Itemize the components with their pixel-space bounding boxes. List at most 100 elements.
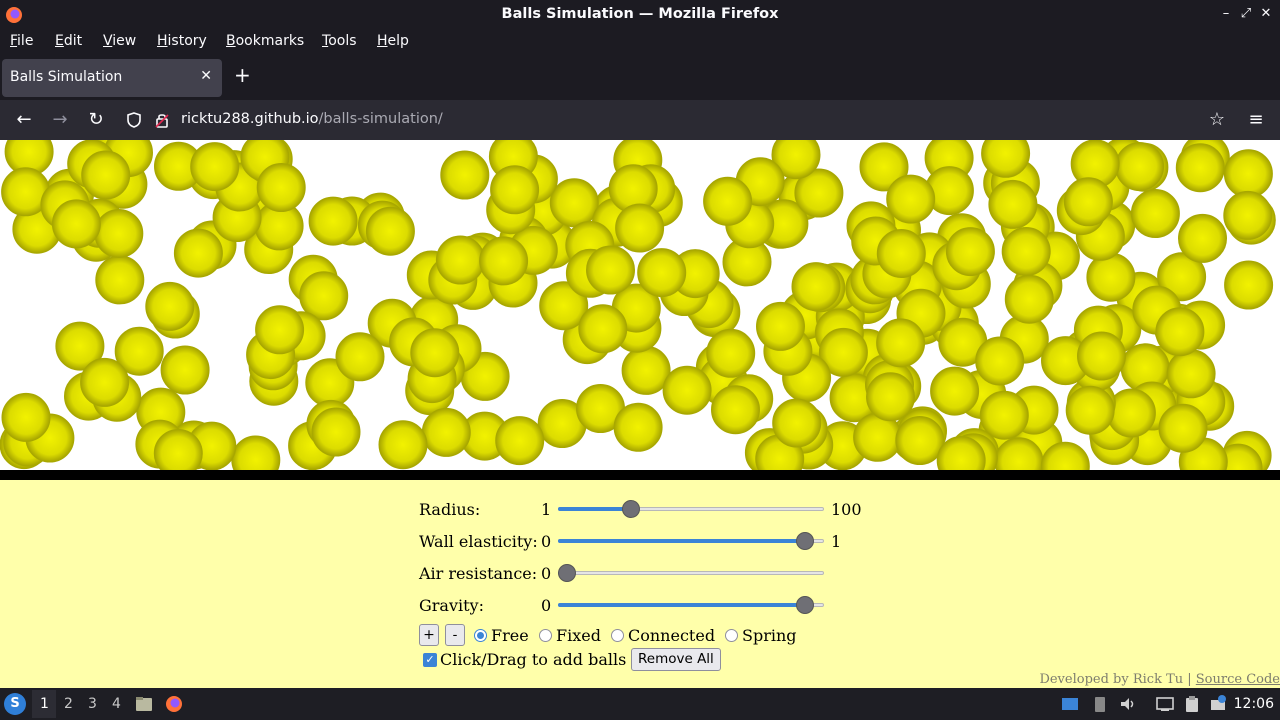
reload-button[interactable]: ↻ (84, 108, 108, 132)
mode-free-radio[interactable] (474, 629, 487, 642)
ball (979, 390, 1029, 440)
air-resistance-slider[interactable] (558, 564, 824, 582)
gravity-slider-thumb[interactable] (796, 596, 815, 614)
radius-slider-thumb[interactable] (622, 500, 641, 518)
wall-elasticity-slider[interactable] (558, 532, 824, 550)
mode-connected-radio[interactable] (611, 629, 624, 642)
ball (988, 179, 1038, 229)
mode-fixed-radio[interactable] (539, 629, 552, 642)
ball (578, 304, 628, 354)
simulation-canvas[interactable] (0, 140, 1280, 470)
ball (378, 420, 428, 470)
menu-tools[interactable]: Tools (322, 33, 357, 49)
desktop-icon[interactable] (1060, 694, 1080, 714)
ball (479, 236, 529, 286)
taskbar: S 1 2 3 4 12:06 (0, 688, 1280, 720)
url-bar[interactable]: ricktu288.github.io/balls-simulation/ (118, 104, 1238, 136)
menu-history[interactable]: History (157, 33, 207, 49)
tab-balls-simulation[interactable]: Balls Simulation ✕ (2, 59, 222, 97)
start-menu-icon[interactable]: S (4, 693, 26, 715)
wall-elasticity-min: 0 (541, 532, 552, 551)
workspace-2[interactable]: 2 (64, 696, 73, 712)
clock: 12:06 (1233, 696, 1274, 712)
file-manager-icon[interactable] (134, 694, 154, 714)
ball (586, 245, 635, 295)
menu-view[interactable]: View (103, 33, 136, 49)
menu-file[interactable]: File (10, 33, 33, 49)
ball (662, 365, 712, 415)
ball (173, 228, 223, 278)
bookmark-star-icon[interactable]: ☆ (1205, 108, 1229, 132)
ball (711, 385, 760, 435)
ball (1086, 252, 1136, 302)
air-resistance-min: 0 (541, 564, 552, 583)
ball (706, 328, 756, 378)
click-drag-row: ✓ Click/Drag to add balls Remove All (419, 648, 879, 672)
air-resistance-label: Air resistance: (419, 564, 538, 583)
radius-row: Radius: 1 100 (419, 498, 879, 522)
click-drag-label[interactable]: Click/Drag to add balls (440, 650, 626, 669)
volume-icon[interactable] (1118, 694, 1138, 714)
lock-icon[interactable] (152, 110, 172, 130)
battery-icon[interactable] (1090, 694, 1110, 714)
gravity-row: Gravity: 0 (419, 594, 879, 618)
ball (1004, 274, 1054, 324)
ball (1001, 227, 1051, 276)
updates-icon[interactable] (1208, 694, 1228, 714)
ball (1175, 143, 1225, 193)
workspace-3[interactable]: 3 (88, 696, 97, 712)
mode-free-label[interactable]: Free (491, 626, 529, 645)
ball (495, 416, 545, 466)
ball (1077, 331, 1126, 381)
ball (1224, 260, 1274, 310)
forward-button[interactable]: → (48, 108, 72, 132)
clipboard-icon[interactable] (1182, 694, 1202, 714)
new-tab-button[interactable]: + (234, 65, 251, 85)
ball (1155, 307, 1205, 357)
click-drag-checkbox[interactable]: ✓ (423, 653, 437, 667)
ball (615, 203, 665, 253)
ball (930, 366, 980, 416)
source-code-link[interactable]: Source Code (1196, 672, 1280, 687)
shield-icon[interactable] (124, 110, 144, 130)
menu-help[interactable]: Help (377, 33, 409, 49)
ball (945, 227, 995, 277)
workspace-1[interactable]: 1 (40, 696, 49, 712)
ball (1115, 142, 1165, 191)
mode-spring-radio[interactable] (725, 629, 738, 642)
mode-spring-label[interactable]: Spring (742, 626, 797, 645)
url-text[interactable]: ricktu288.github.io/balls-simulation/ (181, 111, 443, 127)
ball (1166, 349, 1216, 399)
air-resistance-slider-thumb[interactable] (558, 564, 576, 582)
add-ball-button[interactable]: + (419, 624, 439, 646)
ball (1158, 403, 1208, 453)
wall-elasticity-slider-thumb[interactable] (796, 532, 815, 550)
minimize-button[interactable]: – (1218, 6, 1234, 22)
close-window-button[interactable]: ✕ (1258, 6, 1274, 22)
back-button[interactable]: ← (12, 108, 36, 132)
ball (886, 174, 936, 224)
radius-slider[interactable] (558, 500, 824, 518)
menu-edit[interactable]: Edit (55, 33, 82, 49)
mode-fixed-label[interactable]: Fixed (556, 626, 601, 645)
tab-close-icon[interactable]: ✕ (200, 68, 212, 84)
ball (975, 336, 1025, 386)
workspace-4[interactable]: 4 (112, 696, 121, 712)
menu-bookmarks[interactable]: Bookmarks (226, 33, 304, 49)
gravity-slider[interactable] (558, 596, 824, 614)
remove-all-button[interactable]: Remove All (631, 648, 721, 671)
ball (876, 318, 926, 368)
network-icon[interactable] (1155, 694, 1175, 714)
app-menu-button[interactable]: ≡ (1244, 108, 1268, 132)
maximize-button[interactable]: ⤢ (1238, 6, 1254, 22)
footer-credits: Developed by Rick Tu | Source Code (1039, 672, 1280, 687)
ball (1223, 190, 1273, 240)
firefox-taskbar-icon[interactable] (164, 694, 184, 714)
radius-label: Radius: (419, 500, 481, 519)
ball (190, 142, 240, 192)
window-titlebar: Balls Simulation — Mozilla Firefox – ⤢ ✕ (0, 0, 1280, 30)
remove-ball-button[interactable]: - (445, 624, 465, 646)
ball (335, 332, 385, 382)
ball (95, 255, 145, 305)
mode-connected-label[interactable]: Connected (628, 626, 715, 645)
